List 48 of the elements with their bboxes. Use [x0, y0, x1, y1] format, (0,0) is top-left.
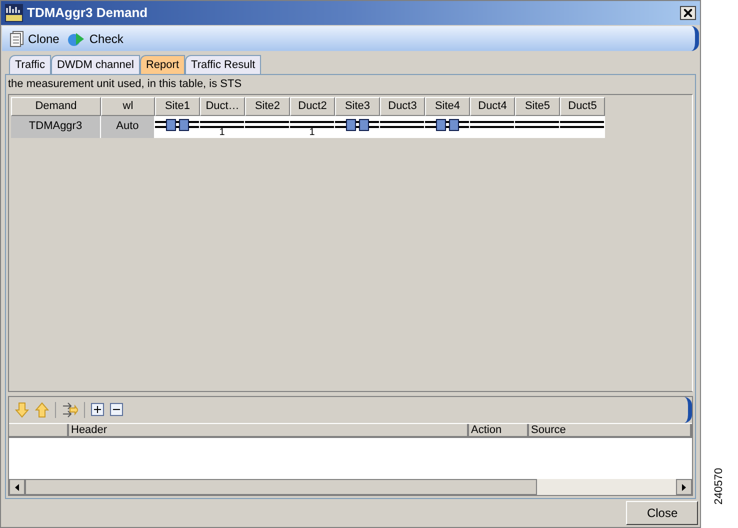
window-title: TDMAggr3 Demand — [27, 4, 149, 22]
collapse-icon[interactable] — [110, 403, 123, 416]
scroll-left-icon[interactable] — [9, 479, 25, 495]
route-line-drawing — [380, 118, 424, 130]
globe-arrow-icon — [67, 30, 86, 46]
unit-note: the measurement unit used, in this table, is STS — [7, 77, 243, 92]
column-header[interactable]: Site2 — [245, 96, 290, 116]
horizontal-scrollbar[interactable] — [9, 479, 692, 495]
route-node-drawing — [425, 118, 469, 130]
column-header[interactable]: Source — [529, 424, 692, 436]
scrollbar-thumb[interactable] — [25, 479, 537, 495]
table-cell: TDMAggr3 — [11, 116, 101, 138]
close-button[interactable]: Close — [626, 501, 698, 525]
column-header[interactable]: Header — [69, 424, 469, 436]
expand-icon[interactable] — [91, 403, 104, 416]
cell-value: 1 — [218, 126, 226, 138]
column-header[interactable]: Duct5 — [560, 96, 605, 116]
document-icon — [10, 30, 24, 46]
clone-button[interactable]: Clone — [10, 30, 60, 48]
column-header[interactable]: Duct4 — [470, 96, 515, 116]
figure-number: 240570 — [712, 467, 726, 504]
swap-arrows-icon[interactable] — [62, 402, 78, 418]
table-cell: Auto — [101, 116, 155, 138]
column-header[interactable]: Demand — [11, 96, 101, 116]
tab[interactable]: Traffic — [9, 55, 51, 74]
column-header[interactable]: Site5 — [515, 96, 560, 116]
route-line-drawing — [560, 118, 604, 130]
route-node-drawing — [155, 118, 199, 130]
column-header[interactable]: wl — [101, 96, 155, 116]
route-line-drawing — [515, 118, 559, 130]
route-line-drawing — [245, 118, 289, 130]
route-node-drawing — [335, 118, 379, 130]
column-header[interactable]: Duct… — [200, 96, 245, 116]
route-line-drawing — [470, 118, 514, 130]
column-header[interactable]: Duct3 — [380, 96, 425, 116]
scroll-right-icon[interactable] — [676, 479, 692, 495]
cell-value: 1 — [308, 126, 316, 138]
tab[interactable]: Report — [140, 55, 186, 74]
column-header[interactable]: Site3 — [335, 96, 380, 116]
column-header[interactable]: Site1 — [155, 96, 200, 116]
app-logo-icon — [5, 4, 23, 22]
column-header[interactable]: Site4 — [425, 96, 470, 116]
tab[interactable]: DWDM channel — [50, 55, 140, 74]
check-button[interactable]: Check — [67, 30, 124, 48]
tab[interactable]: Traffic Result — [185, 55, 262, 74]
column-header[interactable]: Duct2 — [290, 96, 335, 116]
column-header[interactable]: Action — [469, 424, 529, 436]
close-icon[interactable] — [680, 6, 696, 20]
